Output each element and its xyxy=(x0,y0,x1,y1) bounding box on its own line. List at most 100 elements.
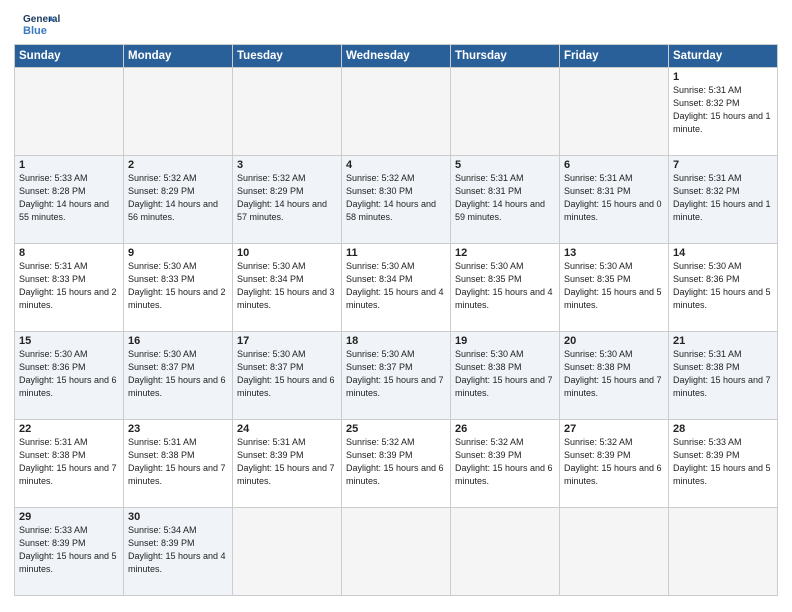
day-number: 22 xyxy=(19,423,119,435)
column-header-friday: Friday xyxy=(560,45,669,68)
calendar-table: SundayMondayTuesdayWednesdayThursdayFrid… xyxy=(14,44,778,596)
calendar-cell: 11 Sunrise: 5:30 AMSunset: 8:34 PMDayligh… xyxy=(342,244,451,332)
cell-info: Sunrise: 5:31 AMSunset: 8:32 PMDaylight:… xyxy=(673,85,771,134)
cell-info: Sunrise: 5:30 AMSunset: 8:35 PMDaylight:… xyxy=(455,261,553,310)
page: General Blue SundayMondayTuesdayWednesda… xyxy=(0,0,792,612)
cell-info: Sunrise: 5:30 AMSunset: 8:34 PMDaylight:… xyxy=(346,261,444,310)
day-number: 17 xyxy=(237,335,337,347)
day-number: 4 xyxy=(346,159,446,171)
cell-info: Sunrise: 5:30 AMSunset: 8:38 PMDaylight:… xyxy=(455,349,553,398)
calendar-cell xyxy=(669,508,778,596)
cell-info: Sunrise: 5:32 AMSunset: 8:39 PMDaylight:… xyxy=(346,437,444,486)
calendar-cell: 10 Sunrise: 5:30 AMSunset: 8:34 PMDayligh… xyxy=(233,244,342,332)
calendar-cell: 24 Sunrise: 5:31 AMSunset: 8:39 PMDayligh… xyxy=(233,420,342,508)
day-number: 21 xyxy=(673,335,773,347)
cell-info: Sunrise: 5:32 AMSunset: 8:29 PMDaylight:… xyxy=(237,173,327,222)
calendar-cell: 1 Sunrise: 5:31 AMSunset: 8:32 PMDaylight… xyxy=(669,68,778,156)
calendar-cell: 7 Sunrise: 5:31 AMSunset: 8:32 PMDaylight… xyxy=(669,156,778,244)
cell-info: Sunrise: 5:31 AMSunset: 8:38 PMDaylight:… xyxy=(19,437,117,486)
cell-info: Sunrise: 5:31 AMSunset: 8:32 PMDaylight:… xyxy=(673,173,771,222)
header: General Blue xyxy=(14,10,778,38)
cell-info: Sunrise: 5:34 AMSunset: 8:39 PMDaylight:… xyxy=(128,525,226,574)
week-row-5: 22 Sunrise: 5:31 AMSunset: 8:38 PMDayligh… xyxy=(15,420,778,508)
day-number: 10 xyxy=(237,247,337,259)
column-header-wednesday: Wednesday xyxy=(342,45,451,68)
calendar-cell: 4 Sunrise: 5:32 AMSunset: 8:30 PMDaylight… xyxy=(342,156,451,244)
day-number: 11 xyxy=(346,247,446,259)
calendar-cell: 28 Sunrise: 5:33 AMSunset: 8:39 PMDayligh… xyxy=(669,420,778,508)
calendar-cell xyxy=(560,508,669,596)
column-header-sunday: Sunday xyxy=(15,45,124,68)
svg-text:General: General xyxy=(23,14,60,25)
calendar-cell: 18Sunrise: 5:30 AMSunset: 8:37 PMDayligh… xyxy=(342,332,451,420)
day-number: 13 xyxy=(564,247,664,259)
day-number: 2 xyxy=(128,159,228,171)
cell-info: Sunrise: 5:31 AMSunset: 8:39 PMDaylight:… xyxy=(237,437,335,486)
day-number: 19 xyxy=(455,335,555,347)
calendar-cell: 3 Sunrise: 5:32 AMSunset: 8:29 PMDaylight… xyxy=(233,156,342,244)
calendar-cell xyxy=(342,68,451,156)
cell-info: Sunrise: 5:30 AMSunset: 8:37 PMDaylight:… xyxy=(346,349,444,398)
day-number: 23 xyxy=(128,423,228,435)
week-row-4: 15Sunrise: 5:30 AMSunset: 8:36 PMDayligh… xyxy=(15,332,778,420)
day-number: 7 xyxy=(673,159,773,171)
calendar-cell: 23 Sunrise: 5:31 AMSunset: 8:38 PMDayligh… xyxy=(124,420,233,508)
day-number: 1 xyxy=(673,71,773,83)
day-number: 9 xyxy=(128,247,228,259)
day-number: 27 xyxy=(564,423,664,435)
cell-info: Sunrise: 5:33 AMSunset: 8:39 PMDaylight:… xyxy=(673,437,771,486)
day-number: 16 xyxy=(128,335,228,347)
cell-info: Sunrise: 5:30 AMSunset: 8:35 PMDaylight:… xyxy=(564,261,662,310)
cell-info: Sunrise: 5:32 AMSunset: 8:30 PMDaylight:… xyxy=(346,173,436,222)
calendar-cell: 16Sunrise: 5:30 AMSunset: 8:37 PMDayligh… xyxy=(124,332,233,420)
day-number: 1 xyxy=(19,159,119,171)
column-header-thursday: Thursday xyxy=(451,45,560,68)
day-number: 29 xyxy=(19,511,119,523)
calendar-cell xyxy=(451,508,560,596)
calendar-cell: 14Sunrise: 5:30 AMSunset: 8:36 PMDayligh… xyxy=(669,244,778,332)
header-row: SundayMondayTuesdayWednesdayThursdayFrid… xyxy=(15,45,778,68)
calendar-cell: 8Sunrise: 5:31 AMSunset: 8:33 PMDaylight… xyxy=(15,244,124,332)
calendar-cell: 25 Sunrise: 5:32 AMSunset: 8:39 PMDayligh… xyxy=(342,420,451,508)
column-header-tuesday: Tuesday xyxy=(233,45,342,68)
calendar-cell: 22 Sunrise: 5:31 AMSunset: 8:38 PMDayligh… xyxy=(15,420,124,508)
day-number: 30 xyxy=(128,511,228,523)
day-number: 3 xyxy=(237,159,337,171)
calendar-cell xyxy=(233,68,342,156)
day-number: 20 xyxy=(564,335,664,347)
week-row-6: 29 Sunrise: 5:33 AMSunset: 8:39 PMDayligh… xyxy=(15,508,778,596)
cell-info: Sunrise: 5:30 AMSunset: 8:37 PMDaylight:… xyxy=(237,349,335,398)
day-number: 28 xyxy=(673,423,773,435)
calendar-cell xyxy=(560,68,669,156)
calendar-cell: 9Sunrise: 5:30 AMSunset: 8:33 PMDaylight… xyxy=(124,244,233,332)
calendar-cell: 29 Sunrise: 5:33 AMSunset: 8:39 PMDayligh… xyxy=(15,508,124,596)
week-row-3: 8Sunrise: 5:31 AMSunset: 8:33 PMDaylight… xyxy=(15,244,778,332)
day-number: 25 xyxy=(346,423,446,435)
day-number: 12 xyxy=(455,247,555,259)
cell-info: Sunrise: 5:31 AMSunset: 8:38 PMDaylight:… xyxy=(128,437,226,486)
cell-info: Sunrise: 5:33 AMSunset: 8:39 PMDaylight:… xyxy=(19,525,117,574)
calendar-cell xyxy=(233,508,342,596)
calendar-cell xyxy=(124,68,233,156)
day-number: 24 xyxy=(237,423,337,435)
cell-info: Sunrise: 5:30 AMSunset: 8:36 PMDaylight:… xyxy=(673,261,771,310)
cell-info: Sunrise: 5:31 AMSunset: 8:31 PMDaylight:… xyxy=(455,173,545,222)
calendar-cell: 27Sunrise: 5:32 AMSunset: 8:39 PMDayligh… xyxy=(560,420,669,508)
cell-info: Sunrise: 5:31 AMSunset: 8:31 PMDaylight:… xyxy=(564,173,662,222)
day-number: 6 xyxy=(564,159,664,171)
calendar-cell: 21Sunrise: 5:31 AMSunset: 8:38 PMDayligh… xyxy=(669,332,778,420)
cell-info: Sunrise: 5:32 AMSunset: 8:29 PMDaylight:… xyxy=(128,173,218,222)
week-row-2: 1Sunrise: 5:33 AMSunset: 8:28 PMDaylight… xyxy=(15,156,778,244)
cell-info: Sunrise: 5:32 AMSunset: 8:39 PMDaylight:… xyxy=(455,437,553,486)
column-header-saturday: Saturday xyxy=(669,45,778,68)
calendar-cell: 17 Sunrise: 5:30 AMSunset: 8:37 PMDayligh… xyxy=(233,332,342,420)
cell-info: Sunrise: 5:30 AMSunset: 8:36 PMDaylight:… xyxy=(19,349,117,398)
cell-info: Sunrise: 5:31 AMSunset: 8:33 PMDaylight:… xyxy=(19,261,117,310)
calendar-cell xyxy=(342,508,451,596)
day-number: 26 xyxy=(455,423,555,435)
calendar-cell xyxy=(451,68,560,156)
calendar-cell: 26 Sunrise: 5:32 AMSunset: 8:39 PMDayligh… xyxy=(451,420,560,508)
calendar-cell: 13 Sunrise: 5:30 AMSunset: 8:35 PMDayligh… xyxy=(560,244,669,332)
cell-info: Sunrise: 5:30 AMSunset: 8:34 PMDaylight:… xyxy=(237,261,335,310)
calendar-cell: 6 Sunrise: 5:31 AMSunset: 8:31 PMDaylight… xyxy=(560,156,669,244)
